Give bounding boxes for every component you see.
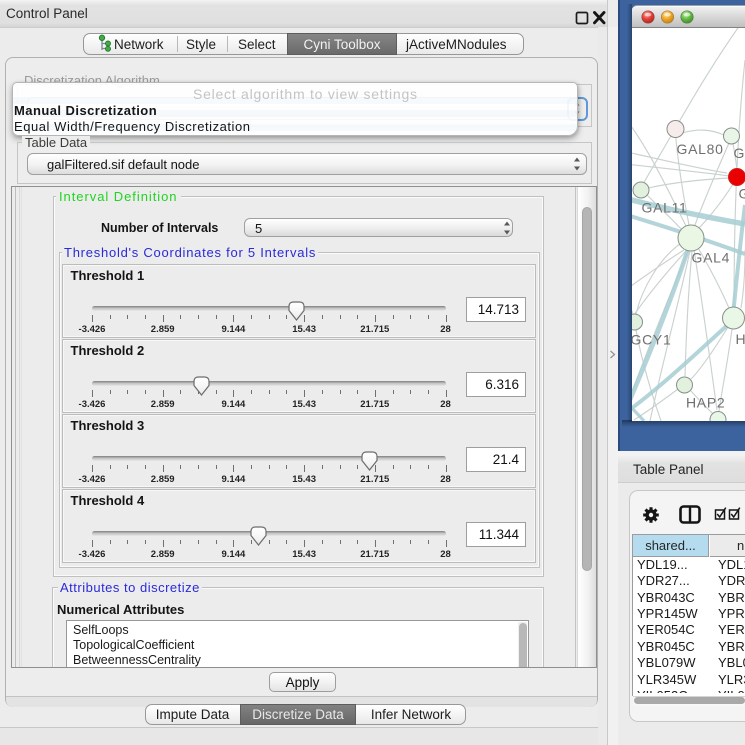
svg-text:G: G <box>739 186 745 202</box>
svg-text:GCY1: GCY1 <box>632 332 671 348</box>
svg-text:HI: HI <box>736 331 745 347</box>
svg-text:GA: GA <box>734 145 745 161</box>
svg-text:GAL80: GAL80 <box>677 141 724 157</box>
svg-text:GAL4: GAL4 <box>692 250 731 266</box>
svg-text:GAL11: GAL11 <box>642 200 688 216</box>
svg-text:HAP2: HAP2 <box>686 395 725 411</box>
